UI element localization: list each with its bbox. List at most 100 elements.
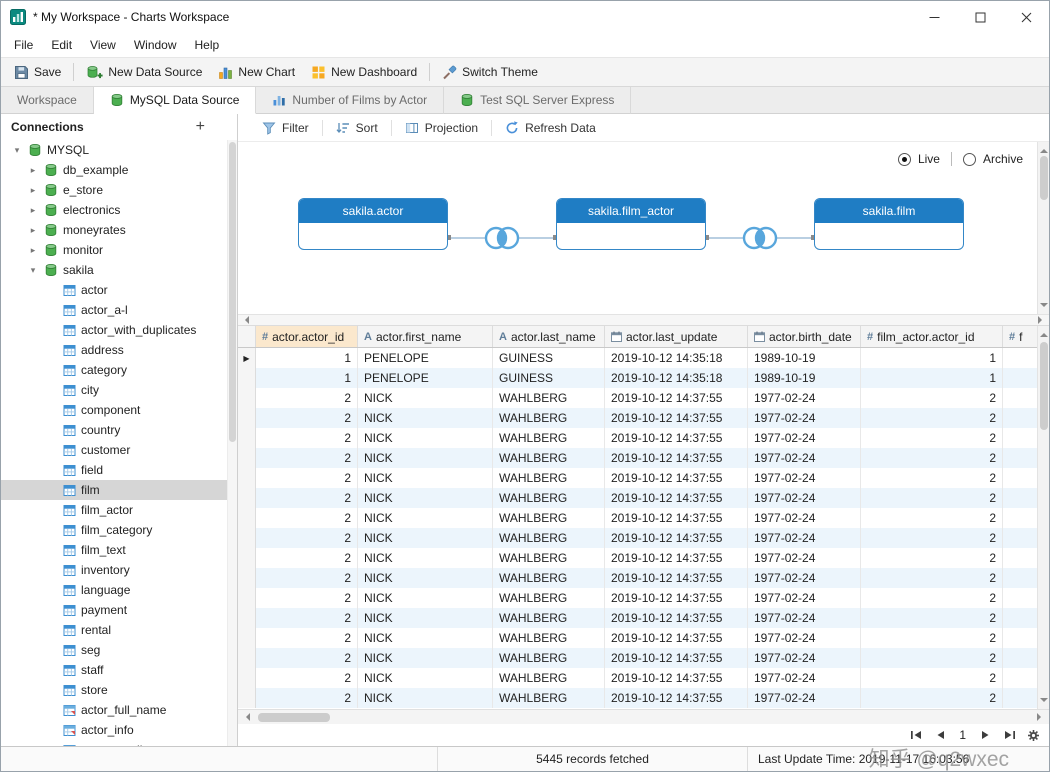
column-header-actor-birth-date[interactable]: actor.birth_date <box>748 326 861 347</box>
tree-item-inventory[interactable]: inventory <box>1 560 227 580</box>
expand-arrow-icon[interactable]: ▸ <box>27 165 39 176</box>
column-header-film-actor-actor-id[interactable]: # film_actor.actor_id <box>861 326 1003 347</box>
tree-item-film-category[interactable]: film_category <box>1 520 227 540</box>
table-row[interactable]: 2 NICK WAHLBERG 2019-10-12 14:37:55 1977-02-… <box>238 528 1037 548</box>
table-row[interactable]: 2 NICK WAHLBERG 2019-10-12 14:37:55 1977-02-… <box>238 648 1037 668</box>
table-row[interactable]: 1 PENELOPE GUINESS 2019-10-12 14:35:18 1989-… <box>238 368 1037 388</box>
column-header-actor-actor-id[interactable]: # actor.actor_id <box>256 326 358 347</box>
table-row[interactable]: 2 NICK WAHLBERG 2019-10-12 14:37:55 1977-02-… <box>238 608 1037 628</box>
table-row[interactable]: 2 NICK WAHLBERG 2019-10-12 14:37:55 1977-02-… <box>238 408 1037 428</box>
table-row[interactable]: 2 NICK WAHLBERG 2019-10-12 14:37:55 1977-02-… <box>238 508 1037 528</box>
last-record-button[interactable] <box>1001 727 1017 743</box>
switch-theme-button[interactable]: Switch Theme <box>434 61 546 84</box>
new-data-source-button[interactable]: New Data Source <box>78 61 210 84</box>
tree-item-country[interactable]: country <box>1 420 227 440</box>
tree-item-monitor[interactable]: ▸ monitor <box>1 240 227 260</box>
diagram-scrollbar-thumb[interactable] <box>1040 156 1048 200</box>
column-header-actor-last-name[interactable]: Aactor.last_name <box>493 326 605 347</box>
diagram-scrollbar[interactable] <box>1037 142 1049 314</box>
tree-item-customer-list[interactable]: customer_list <box>1 740 227 746</box>
table-row[interactable]: 2 NICK WAHLBERG 2019-10-12 14:37:55 1977-02-… <box>238 628 1037 648</box>
tab-mysql-data-source[interactable]: MySQL Data Source <box>93 87 257 114</box>
collapse-arrow-icon[interactable]: ▾ <box>11 145 23 156</box>
tree-item-moneyrates[interactable]: ▸ moneyrates <box>1 220 227 240</box>
join-icon[interactable] <box>738 224 782 252</box>
table-row[interactable]: 2 NICK WAHLBERG 2019-10-12 14:37:55 1977-02-… <box>238 428 1037 448</box>
menu-file[interactable]: File <box>5 35 42 55</box>
expand-arrow-icon[interactable]: ▸ <box>27 205 39 216</box>
expand-arrow-icon[interactable]: ▸ <box>27 185 39 196</box>
tree-scrollbar-thumb[interactable] <box>229 142 236 442</box>
add-connection-button[interactable]: + <box>196 118 205 136</box>
tree-item-actor-info[interactable]: actor_info <box>1 720 227 740</box>
tree-item-actor-full-name[interactable]: actor_full_name <box>1 700 227 720</box>
tree-item-field[interactable]: field <box>1 460 227 480</box>
menu-window[interactable]: Window <box>125 35 186 55</box>
tree-item-e-store[interactable]: ▸ e_store <box>1 180 227 200</box>
join-icon[interactable] <box>480 224 524 252</box>
column-header-actor-last-update[interactable]: actor.last_update <box>605 326 748 347</box>
table-node-sakila-actor[interactable]: sakila.actor <box>298 198 448 250</box>
tree-item-address[interactable]: address <box>1 340 227 360</box>
table-row[interactable]: 2 NICK WAHLBERG 2019-10-12 14:37:55 1977-02-… <box>238 568 1037 588</box>
diagram-hscrollbar[interactable] <box>238 314 1049 326</box>
tree-item-actor[interactable]: actor <box>1 280 227 300</box>
table-row[interactable]: 2 NICK WAHLBERG 2019-10-12 14:37:55 1977-02-… <box>238 668 1037 688</box>
minimize-button[interactable] <box>911 1 957 33</box>
column-header-actor-first-name[interactable]: Aactor.first_name <box>358 326 493 347</box>
sort-button[interactable]: Sort <box>326 118 388 138</box>
table-row[interactable]: 2 NICK WAHLBERG 2019-10-12 14:37:55 1977-02-… <box>238 588 1037 608</box>
table-row[interactable]: 2 NICK WAHLBERG 2019-10-12 14:37:55 1977-02-… <box>238 548 1037 568</box>
tree-item-film[interactable]: film <box>1 480 227 500</box>
tree-scrollbar[interactable] <box>227 140 237 746</box>
tree-item-electronics[interactable]: ▸ electronics <box>1 200 227 220</box>
previous-record-button[interactable] <box>932 727 948 743</box>
settings-button[interactable] <box>1025 727 1041 743</box>
first-record-button[interactable] <box>908 727 924 743</box>
table-row[interactable]: 2 NICK WAHLBERG 2019-10-12 14:37:55 1977-02-… <box>238 448 1037 468</box>
table-row[interactable]: 2 NICK WAHLBERG 2019-10-12 14:37:55 1977-02-… <box>238 388 1037 408</box>
save-button[interactable]: Save <box>6 61 69 84</box>
close-button[interactable] <box>1003 1 1049 33</box>
grid-hscrollbar-thumb[interactable] <box>258 712 330 722</box>
tree-item-category[interactable]: category <box>1 360 227 380</box>
tree-item-language[interactable]: language <box>1 580 227 600</box>
filter-button[interactable]: Filter <box>252 118 319 138</box>
column-header-f[interactable]: # f <box>1003 326 1039 347</box>
refresh-data-button[interactable]: Refresh Data <box>495 118 606 138</box>
menu-help[interactable]: Help <box>186 35 229 55</box>
tree-item-db-example[interactable]: ▸ db_example <box>1 160 227 180</box>
table-node-sakila-film[interactable]: sakila.film <box>814 198 964 250</box>
grid-hscrollbar[interactable] <box>238 709 1049 724</box>
menu-edit[interactable]: Edit <box>42 35 81 55</box>
table-row[interactable]: 2 NICK WAHLBERG 2019-10-12 14:37:55 1977-02-… <box>238 688 1037 708</box>
collapse-arrow-icon[interactable]: ▾ <box>27 265 39 276</box>
next-record-button[interactable] <box>977 727 993 743</box>
tab-number-of-films-by-actor[interactable]: Number of Films by Actor <box>256 87 445 114</box>
table-row[interactable]: ▶ 1 PENELOPE GUINESS 2019-10-12 14:35:18 1989… <box>238 348 1037 368</box>
tree-item-sakila[interactable]: ▾ sakila <box>1 260 227 280</box>
tree-item-film-text[interactable]: film_text <box>1 540 227 560</box>
tree-item-store[interactable]: store <box>1 680 227 700</box>
tab-workspace[interactable]: Workspace <box>1 87 94 114</box>
tree-item-component[interactable]: component <box>1 400 227 420</box>
table-node-sakila-film-actor[interactable]: sakila.film_actor <box>556 198 706 250</box>
tab-test-sql-server-express[interactable]: Test SQL Server Express <box>444 87 632 114</box>
table-row[interactable]: 2 NICK WAHLBERG 2019-10-12 14:37:55 1977-02-… <box>238 468 1037 488</box>
projection-button[interactable]: Projection <box>395 118 488 138</box>
tree-item-mysql[interactable]: ▾ MYSQL <box>1 140 227 160</box>
expand-arrow-icon[interactable]: ▸ <box>27 225 39 236</box>
tree-item-staff[interactable]: staff <box>1 660 227 680</box>
tree-item-film-actor[interactable]: film_actor <box>1 500 227 520</box>
live-radio[interactable] <box>897 152 911 166</box>
new-dashboard-button[interactable]: New Dashboard <box>303 61 425 84</box>
tree-item-rental[interactable]: rental <box>1 620 227 640</box>
tree-item-seg[interactable]: seg <box>1 640 227 660</box>
tree-item-actor-a-l[interactable]: actor_a-l <box>1 300 227 320</box>
tree-item-actor-with-duplicates[interactable]: actor_with_duplicates <box>1 320 227 340</box>
tree-item-customer[interactable]: customer <box>1 440 227 460</box>
table-row[interactable]: 2 NICK WAHLBERG 2019-10-12 14:37:55 1977-02-… <box>238 488 1037 508</box>
grid-scrollbar[interactable] <box>1037 326 1049 709</box>
tree-item-city[interactable]: city <box>1 380 227 400</box>
maximize-button[interactable] <box>957 1 1003 33</box>
